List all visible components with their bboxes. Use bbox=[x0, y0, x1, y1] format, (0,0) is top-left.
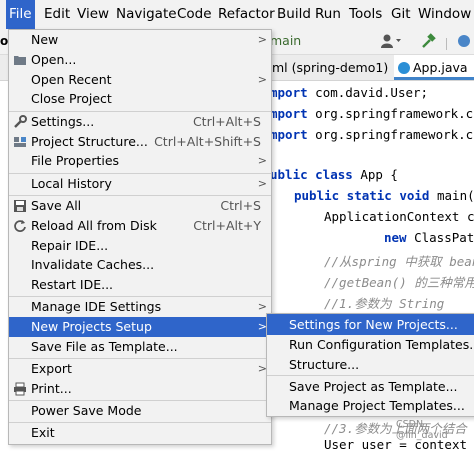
project-structure-icon bbox=[13, 135, 27, 149]
file-menu: New > Open... Open Recent > Close Project … bbox=[8, 29, 272, 445]
menu-window[interactable]: Window bbox=[415, 0, 474, 29]
menu-item-file-properties[interactable]: File Properties > bbox=[9, 151, 271, 171]
menu-item-open[interactable]: Open... bbox=[9, 50, 271, 70]
code-comment: //从spring 中获取 bean bbox=[324, 254, 474, 269]
submenu-item-save-project-as-template[interactable]: Save Project as Template... bbox=[267, 376, 474, 397]
menu-item-invalidate-caches[interactable]: Invalidate Caches... bbox=[9, 255, 271, 275]
folder-icon bbox=[13, 53, 27, 67]
menu-item-save-file-as-template[interactable]: Save File as Template... bbox=[9, 337, 271, 357]
new-projects-setup-submenu: Settings for New Projects... Run Configu… bbox=[266, 313, 474, 417]
toolbar-divider bbox=[446, 38, 447, 50]
menu-file[interactable]: File bbox=[6, 0, 35, 29]
branch-label[interactable]: main bbox=[270, 33, 301, 48]
menu-item-open-recent[interactable]: Open Recent > bbox=[9, 70, 271, 90]
run-config-icon[interactable] bbox=[456, 33, 472, 52]
menu-item-new-projects-setup[interactable]: New Projects Setup > bbox=[9, 317, 271, 337]
hammer-icon[interactable] bbox=[420, 33, 436, 52]
watermark: CSDN @lin_david bbox=[396, 419, 448, 441]
code-line: mport org.springframework.c bbox=[270, 106, 474, 121]
wrench-icon bbox=[13, 115, 27, 129]
printer-icon bbox=[13, 382, 27, 396]
tab-label: ml (spring-demo1) bbox=[272, 60, 389, 75]
chevron-right-icon: > bbox=[257, 73, 267, 86]
code-line: ApplicationContext c bbox=[324, 209, 474, 224]
menu-item-power-save-mode[interactable]: Power Save Mode bbox=[9, 401, 271, 421]
code-line: mport com.david.User; bbox=[270, 85, 429, 100]
tab-app-java[interactable]: App.java bbox=[394, 55, 474, 80]
reload-icon bbox=[13, 219, 27, 233]
code-line: mport org.springframework.c bbox=[270, 127, 474, 142]
code-line: ublic class App { bbox=[270, 167, 398, 182]
tab-pom[interactable]: ml (spring-demo1) × bbox=[268, 55, 411, 80]
menu-edit[interactable]: Edit bbox=[41, 0, 73, 29]
menu-item-reload-all[interactable]: Reload All from Disk Ctrl+Alt+Y bbox=[9, 216, 271, 236]
menu-item-settings[interactable]: Settings... Ctrl+Alt+S bbox=[9, 112, 271, 132]
menu-git[interactable]: Git bbox=[388, 0, 414, 29]
menu-build[interactable]: Build bbox=[274, 0, 314, 29]
menu-bar: File Edit View Navigate Code Refactor Bu… bbox=[0, 0, 474, 30]
code-line: public static void main( bbox=[294, 188, 474, 203]
chevron-right-icon: > bbox=[257, 154, 267, 167]
menu-item-export[interactable]: Export > bbox=[9, 359, 271, 379]
menu-item-new[interactable]: New > bbox=[9, 30, 271, 50]
menu-view[interactable]: View bbox=[74, 0, 112, 29]
menu-item-close-project[interactable]: Close Project bbox=[9, 89, 271, 109]
tab-label: App.java bbox=[413, 60, 468, 75]
submenu-item-settings-for-new-projects[interactable]: Settings for New Projects... bbox=[267, 314, 474, 335]
menu-navigate[interactable]: Navigate bbox=[113, 0, 180, 29]
menu-item-print[interactable]: Print... bbox=[9, 379, 271, 399]
chevron-right-icon: > bbox=[257, 177, 267, 190]
submenu-item-manage-project-templates[interactable]: Manage Project Templates... bbox=[267, 395, 474, 416]
menu-item-restart-ide[interactable]: Restart IDE... bbox=[9, 275, 271, 295]
gutter-char: o bbox=[0, 34, 9, 48]
submenu-item-run-configuration-templates[interactable]: Run Configuration Templates... bbox=[267, 334, 474, 355]
code-comment: //1.参数为 String bbox=[324, 296, 445, 311]
menu-run[interactable]: Run bbox=[312, 0, 344, 29]
menu-item-exit[interactable]: Exit bbox=[9, 423, 271, 443]
menu-item-repair-ide[interactable]: Repair IDE... bbox=[9, 236, 271, 256]
menu-item-manage-ide-settings[interactable]: Manage IDE Settings > bbox=[9, 297, 271, 317]
submenu-item-structure[interactable]: Structure... bbox=[267, 354, 474, 375]
person-icon[interactable] bbox=[380, 33, 402, 52]
code-line: new ClassPat bbox=[384, 230, 474, 245]
menu-code[interactable]: Code bbox=[174, 0, 215, 29]
java-class-icon bbox=[398, 62, 410, 74]
code-comment: //getBean() 的三种常用 bbox=[324, 275, 474, 290]
save-icon bbox=[13, 199, 27, 213]
menu-tools[interactable]: Tools bbox=[346, 0, 385, 29]
chevron-right-icon: > bbox=[257, 33, 267, 46]
menu-item-local-history[interactable]: Local History > bbox=[9, 174, 271, 194]
menu-item-save-all[interactable]: Save All Ctrl+S bbox=[9, 196, 271, 216]
menu-item-project-structure[interactable]: Project Structure... Ctrl+Alt+Shift+S bbox=[9, 132, 271, 152]
menu-refactor[interactable]: Refactor bbox=[215, 0, 278, 29]
